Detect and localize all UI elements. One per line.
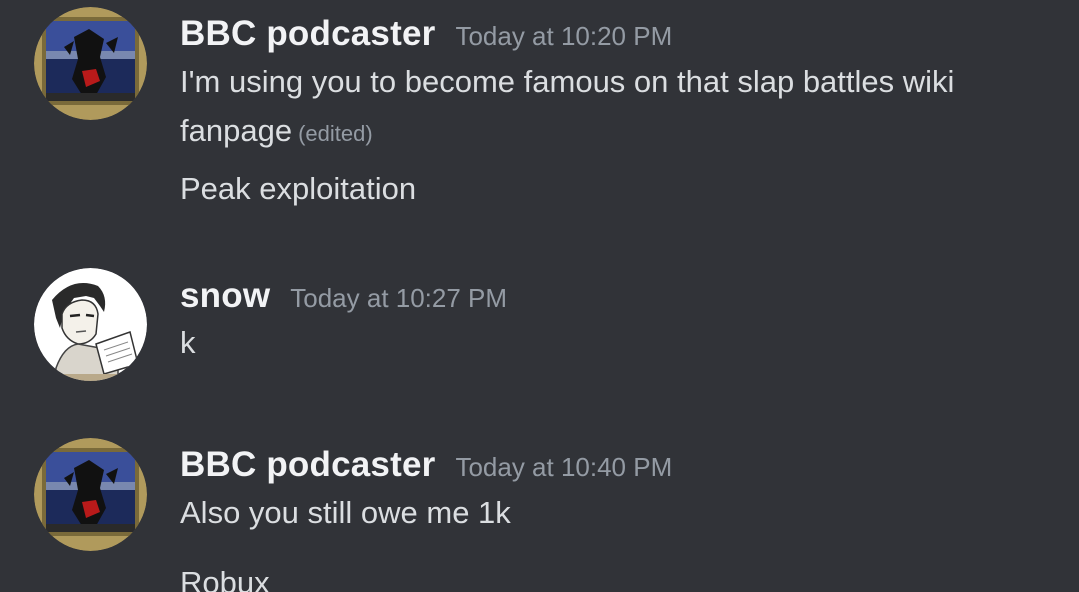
message-header: snow Today at 10:27 PM — [180, 276, 507, 316]
chat-message-list: BBC podcaster Today at 10:20 PM I'm using… — [0, 0, 1079, 592]
comic-hero-avatar-icon — [34, 7, 147, 120]
message-line-text: fanpage — [180, 113, 293, 148]
message-text: Peak exploitation — [180, 171, 416, 207]
message-text: I'm using you to become famous on that s… — [180, 64, 954, 100]
timestamp[interactable]: Today at 10:20 PM — [455, 21, 672, 51]
message-header: BBC podcaster Today at 10:40 PM — [180, 445, 672, 485]
message-text: Also you still owe me 1k — [180, 495, 511, 531]
avatar[interactable] — [34, 268, 147, 381]
message-text: fanpage (edited) — [180, 113, 373, 149]
username[interactable]: BBC podcaster — [180, 14, 435, 53]
message-line-text: k — [180, 325, 196, 360]
message-line-text: Robux — [180, 565, 270, 592]
message-text: Robux — [180, 565, 270, 592]
message-line-text: Peak exploitation — [180, 171, 417, 206]
message-line-text: Also you still owe me 1k — [180, 495, 511, 530]
comic-hero-avatar-icon — [34, 438, 147, 551]
username[interactable]: BBC podcaster — [180, 445, 435, 484]
timestamp[interactable]: Today at 10:40 PM — [455, 452, 672, 482]
avatar[interactable] — [34, 7, 147, 120]
message-header: BBC podcaster Today at 10:20 PM — [180, 14, 672, 54]
edited-label: (edited) — [298, 121, 373, 146]
timestamp[interactable]: Today at 10:27 PM — [290, 283, 507, 313]
message-text: k — [180, 325, 196, 361]
avatar[interactable] — [34, 438, 147, 551]
sketch-character-avatar-icon — [34, 268, 147, 381]
message-line-text: I'm using you to become famous on that s… — [180, 64, 955, 99]
username[interactable]: snow — [180, 276, 270, 315]
